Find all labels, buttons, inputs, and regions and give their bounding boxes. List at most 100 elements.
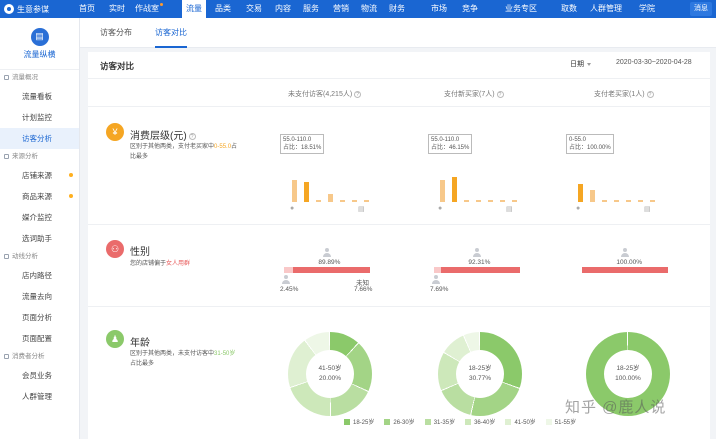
sidebar-title: 流量纵横 xyxy=(23,49,56,59)
nav-item[interactable]: 人群管理 xyxy=(589,0,623,18)
help-icon[interactable]: ? xyxy=(188,132,196,140)
column-header-label: 支付老买家(1人) xyxy=(594,91,645,98)
nav-item[interactable]: 营销 xyxy=(330,0,352,18)
tab-visitor-comparison[interactable]: 访客对比 xyxy=(155,18,187,48)
nav-item[interactable]: 交易 xyxy=(243,0,265,18)
male-person-icon xyxy=(282,275,290,284)
sidebar-item[interactable]: 媒介监控 xyxy=(0,207,79,228)
price-bar[interactable] xyxy=(292,180,297,202)
sidebar-item[interactable]: 商品来源 xyxy=(0,186,79,207)
sidebar-item[interactable]: 页面分析 xyxy=(0,307,79,328)
age-donut-chart[interactable]: 41-50岁 20.00% xyxy=(288,332,372,416)
help-icon[interactable]: ? xyxy=(496,90,504,98)
age-donut-chart[interactable]: 18-25岁 30.77% xyxy=(438,332,522,416)
menu-group-icon xyxy=(4,354,9,359)
price-bar[interactable] xyxy=(476,200,481,202)
sidebar-item[interactable]: 计划监控 xyxy=(0,107,79,128)
column-header-label: 支付新买家(7人) xyxy=(444,91,495,98)
sidebar-item[interactable]: 店内路径 xyxy=(0,265,79,286)
nav-item[interactable]: 作战室 xyxy=(134,0,164,18)
legend-item[interactable]: 31-35岁 xyxy=(424,417,455,426)
price-bar[interactable] xyxy=(464,200,469,202)
stack-icon: ▤ xyxy=(506,206,513,213)
nav-item[interactable]: 实时 xyxy=(106,0,128,18)
price-level-title-text: 消费层级(元) xyxy=(130,131,187,142)
nav-item[interactable]: 首页 xyxy=(76,0,98,18)
legend-item[interactable]: 36-40岁 xyxy=(465,417,495,426)
nav-item[interactable]: 业务专区 xyxy=(501,0,541,18)
sidebar: ▤ 流量纵横 流量概况 流量看板 计划监控 访客分析 来源分析 店铺来源 商品来源 媒介监控选… xyxy=(0,18,80,439)
brand[interactable]: 生意参谋 xyxy=(0,4,72,15)
price-bar[interactable] xyxy=(626,200,631,202)
price-bar[interactable] xyxy=(304,182,309,202)
donut-center-value: 100.00% xyxy=(615,375,641,382)
sidebar-item[interactable]: 访客分析 xyxy=(0,128,79,149)
price-bar[interactable] xyxy=(650,200,655,202)
desc-text: 区别于其他两类，未支付访客中 xyxy=(130,351,215,357)
male-person-icon xyxy=(432,275,440,284)
female-bar[interactable] xyxy=(582,267,668,273)
sidebar-group-label: 消费者分析 xyxy=(12,353,45,360)
tooltip-range: 55.0-110.0 xyxy=(431,137,460,143)
divider xyxy=(88,78,710,79)
legend-item[interactable]: 18-25岁 xyxy=(344,417,374,426)
nav-item[interactable]: 竞争 xyxy=(459,0,481,18)
nav-item[interactable]: 物流 xyxy=(358,0,380,18)
nav-item[interactable]: 服务 xyxy=(300,0,322,18)
donut-center-label: 18-25岁 xyxy=(468,365,492,372)
sidebar-item-label: 选词助手 xyxy=(22,234,52,243)
sidebar-item[interactable]: 流量看板 xyxy=(0,86,79,107)
price-bar[interactable] xyxy=(500,200,505,202)
price-tooltip: 0-55.0 占比：100.00% xyxy=(566,134,614,154)
date-mode-select[interactable]: 日期 xyxy=(570,59,591,69)
sidebar-group-label: 来源分析 xyxy=(12,153,38,160)
desc-highlight: 0-55.0 xyxy=(214,144,232,150)
coin-icon: ● xyxy=(576,205,581,212)
help-icon[interactable]: ? xyxy=(646,90,654,98)
sidebar-item[interactable]: 人群管理 xyxy=(0,386,79,407)
sidebar-item[interactable]: 店铺来源 xyxy=(0,165,79,186)
legend-label: 36-40岁 xyxy=(474,420,496,426)
price-bar[interactable] xyxy=(614,200,619,202)
sidebar-item[interactable]: 流量去向 xyxy=(0,286,79,307)
price-bar[interactable] xyxy=(590,190,595,202)
price-bar[interactable] xyxy=(352,200,357,202)
price-bar[interactable] xyxy=(316,200,321,202)
price-bar[interactable] xyxy=(578,184,583,202)
nav-item[interactable]: 内容 xyxy=(272,0,294,18)
nav-item[interactable]: 学院 xyxy=(636,0,658,18)
legend-item[interactable]: 51-55岁 xyxy=(545,417,576,426)
nav-item[interactable]: 市场 xyxy=(428,0,450,18)
sidebar-group-label: 流量概况 xyxy=(12,74,38,81)
sidebar-item-label: 店铺来源 xyxy=(22,171,52,180)
help-icon[interactable]: ? xyxy=(354,90,362,98)
price-bar[interactable] xyxy=(440,180,445,202)
legend-item[interactable]: 26-30岁 xyxy=(384,417,415,426)
nav-item[interactable]: 流量 xyxy=(182,0,206,18)
tab-visitor-distribution[interactable]: 访客分布 xyxy=(100,18,132,48)
tooltip-range: 0-55.0 xyxy=(569,137,587,143)
donut-center-label: 41-50岁 xyxy=(318,365,342,372)
nav-item[interactable]: 取数 xyxy=(558,0,580,18)
price-bar[interactable] xyxy=(340,200,345,202)
unknown-share-label: 7.66% xyxy=(354,286,373,293)
menu-group-icon xyxy=(4,75,9,80)
sidebar-item-label: 媒介监控 xyxy=(22,213,52,222)
message-button[interactable]: 消息 xyxy=(690,2,712,16)
female-bar[interactable] xyxy=(440,267,520,273)
sidebar-item[interactable]: 页面配置 xyxy=(0,328,79,349)
price-bar[interactable] xyxy=(328,194,333,202)
price-bar[interactable] xyxy=(638,200,643,202)
sidebar-item[interactable]: 选词助手 xyxy=(0,228,79,249)
legend-item[interactable]: 41-50岁 xyxy=(505,417,536,426)
price-bar[interactable] xyxy=(602,200,607,202)
price-bar[interactable] xyxy=(488,200,493,202)
price-bar[interactable] xyxy=(364,200,369,202)
nav-item[interactable]: 品类 xyxy=(212,0,234,18)
price-bar[interactable] xyxy=(512,200,517,202)
female-bar[interactable] xyxy=(292,267,370,273)
nav-item[interactable]: 财务 xyxy=(386,0,408,18)
sidebar-item[interactable]: 会员业务 xyxy=(0,365,79,386)
watermark: 知乎 @鹿人说 xyxy=(565,399,667,416)
price-bar[interactable] xyxy=(452,177,457,202)
